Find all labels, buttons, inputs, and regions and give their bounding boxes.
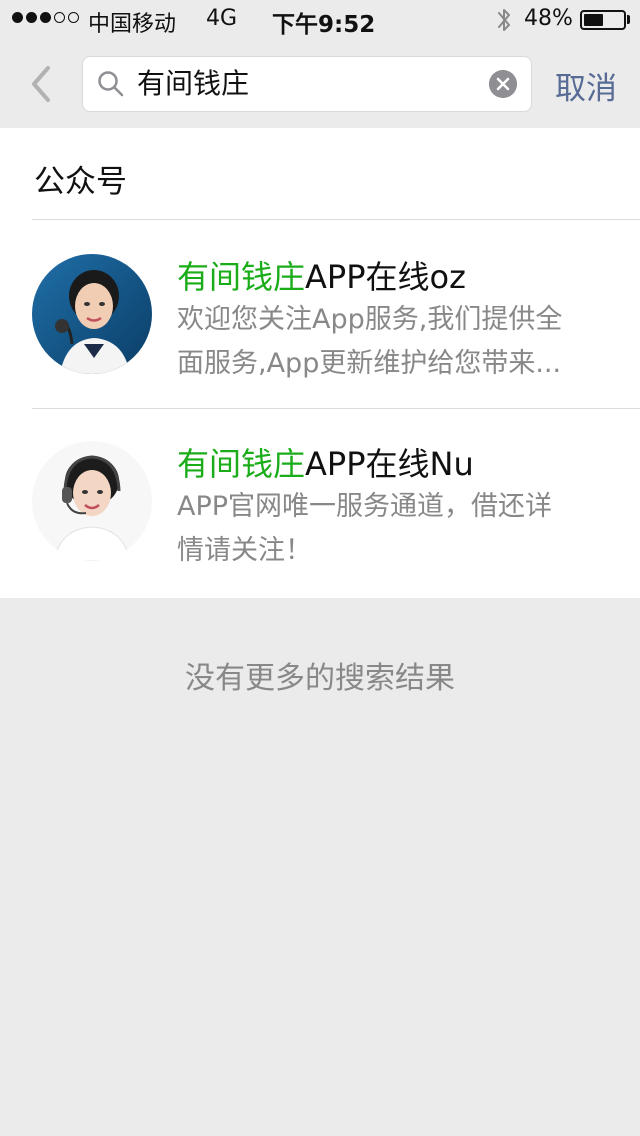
- battery-percent: 48%: [524, 6, 573, 31]
- clock: 下午9:52: [272, 12, 376, 38]
- result-item[interactable]: 有间钱庄APP在线Nu APP官网唯一服务通道，借还详 情请关注！: [0, 409, 640, 597]
- search-query-text: 有间钱庄: [137, 67, 250, 100]
- carrier-name: 中国移动: [88, 12, 177, 37]
- result-title-highlight: 有间钱庄: [177, 258, 306, 296]
- result-title: 有间钱庄APP在线oz: [177, 252, 466, 298]
- search-input[interactable]: 有间钱庄: [82, 56, 532, 112]
- result-title: 有间钱庄APP在线Nu: [177, 439, 474, 485]
- result-item[interactable]: 有间钱庄APP在线oz 欢迎您关注App服务,我们提供全 面服务,App更新维护…: [0, 220, 640, 408]
- network-type: 4G: [206, 6, 238, 31]
- battery-icon: [580, 10, 626, 30]
- result-description-line: 面服务,App更新维护给您带来...: [177, 348, 562, 379]
- search-results: 公众号 有间钱庄APP在线oz 欢迎您关注App服务,我们提供全 面服务,App…: [0, 128, 640, 598]
- clear-search-icon[interactable]: [489, 70, 517, 98]
- cancel-button[interactable]: 取消: [555, 63, 617, 108]
- bluetooth-icon: [498, 9, 510, 31]
- result-description: APP官网唯一服务通道，借还详 情请关注！: [177, 485, 617, 573]
- status-bar: 中国移动 4G 下午9:52 48%: [0, 0, 640, 40]
- no-more-results-text: 没有更多的搜索结果: [185, 661, 455, 696]
- result-description-line: 欢迎您关注App服务,我们提供全: [177, 304, 563, 335]
- result-description-line: 情请关注！: [177, 535, 312, 566]
- signal-strength-icon: [12, 12, 79, 23]
- result-title-rest: APP在线Nu: [305, 445, 474, 483]
- search-icon: [98, 71, 124, 97]
- back-chevron-icon[interactable]: [26, 62, 56, 106]
- search-header: 有间钱庄 取消: [0, 40, 640, 128]
- section-title-official-accounts: 公众号: [34, 164, 127, 200]
- customer-service-woman-avatar: [32, 254, 152, 374]
- battery-tip: [627, 15, 630, 24]
- result-title-rest: APP在线oz: [305, 258, 466, 296]
- result-description: 欢迎您关注App服务,我们提供全 面服务,App更新维护给您带来...: [177, 298, 617, 386]
- customer-service-woman-headset-avatar: [32, 441, 152, 561]
- result-title-highlight: 有间钱庄: [177, 445, 306, 483]
- result-description-line: APP官网唯一服务通道，借还详: [177, 491, 553, 522]
